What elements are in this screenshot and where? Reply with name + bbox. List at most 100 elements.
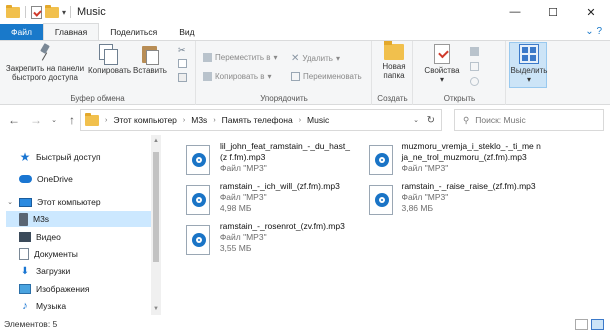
tiles-view-icon[interactable] (591, 318, 604, 330)
scroll-down-icon[interactable]: ▼ (151, 306, 161, 312)
select-group: Выделить ▾ (507, 41, 551, 105)
copy-button[interactable]: Копировать (88, 44, 131, 75)
nav-item-m3s[interactable]: M3s (6, 211, 151, 227)
customize-toolbar-arrow-icon[interactable]: ▾ (62, 8, 66, 17)
paste-shortcut-icon (178, 73, 187, 82)
tab-home[interactable]: Главная (42, 23, 100, 40)
file-item[interactable]: ramstain_-_rosenrot_(zv.fm).mp3 Файл "MP… (184, 221, 359, 261)
file-size: 4,98 МБ (219, 203, 252, 213)
file-list: lil_john_feat_ramstain_-_du_hast_(z f.fm… (162, 135, 610, 315)
cut-button[interactable]: ✂ (178, 45, 186, 56)
minimize-button[interactable]: — (496, 0, 534, 24)
tab-share[interactable]: Поделиться (99, 24, 168, 40)
move-to-button[interactable]: Переместить в ▾ (203, 53, 278, 62)
copy-icon (99, 44, 118, 65)
file-item[interactable]: ramstain_-_ich_will_(zf.fm).mp3 Файл "MP… (184, 181, 359, 221)
help-icon[interactable]: ⌄ ? (585, 24, 602, 40)
file-name: muzmoru_vremja_i_steklo_-_ti_me nja_ne_t… (401, 141, 541, 162)
history-button[interactable] (470, 77, 479, 86)
file-item[interactable]: ramstain_-_raise_raise_(zf.fm).mp3 Файл … (367, 181, 542, 221)
mp3-file-icon (184, 225, 214, 259)
nav-item-videos[interactable]: Видео (6, 229, 151, 245)
computer-icon (19, 197, 32, 207)
scroll-up-icon[interactable]: ▲ (151, 138, 161, 144)
pin-quick-access-button[interactable]: Закрепить на панели быстрого доступа (4, 44, 86, 82)
history-icon (470, 77, 479, 86)
nav-item-documents[interactable]: Документы (6, 246, 151, 262)
properties-label: Свойства (424, 66, 460, 75)
folder-icon (6, 4, 20, 18)
new-folder-icon[interactable] (45, 4, 59, 18)
search-box[interactable]: ⚲ (454, 109, 604, 131)
rename-button[interactable]: Переименовать (291, 72, 362, 81)
document-icon (19, 248, 29, 260)
items-count: Элементов: 5 (4, 319, 58, 329)
nav-item-this-pc[interactable]: ⌄ Этот компьютер (6, 194, 151, 210)
breadcrumb-music[interactable]: Music (307, 115, 329, 125)
address-dropdown-icon[interactable]: ⌄ (413, 116, 419, 124)
maximize-button[interactable]: ☐ (534, 0, 572, 24)
forward-button[interactable]: → (28, 113, 44, 127)
properties-button[interactable]: Свойства ▾ (420, 44, 464, 84)
nav-item-quick-access[interactable]: ★ Быстрый доступ (6, 149, 151, 165)
file-size: 3,55 МБ (219, 243, 252, 253)
nav-item-onedrive[interactable]: OneDrive (6, 171, 151, 187)
paste-label: Вставить (133, 66, 167, 75)
folder-icon (85, 112, 99, 126)
close-button[interactable]: ✕ (572, 0, 610, 24)
breadcrumb-phone-storage[interactable]: Память телефона (222, 115, 293, 125)
scrollbar-thumb[interactable] (153, 152, 159, 262)
file-item[interactable]: muzmoru_vremja_i_steklo_-_ti_me nja_ne_t… (367, 141, 542, 181)
file-item[interactable]: lil_john_feat_ramstain_-_du_hast_(z f.fm… (184, 141, 359, 181)
dropdown-arrow-icon: ▾ (267, 72, 272, 81)
image-icon (19, 284, 31, 294)
copy-path-button[interactable] (178, 59, 187, 68)
up-button[interactable]: ↑ (64, 113, 80, 127)
details-view-icon[interactable] (575, 318, 588, 330)
cloud-icon (19, 175, 32, 183)
file-type: Файл "MP3" (401, 163, 449, 173)
breadcrumb-this-pc[interactable]: Этот компьютер (113, 115, 177, 125)
delete-button[interactable]: ✕ Удалить ▾ (291, 53, 340, 64)
open-button[interactable] (470, 47, 479, 56)
paste-shortcut-button[interactable] (178, 73, 187, 82)
download-icon: ⬇ (20, 265, 30, 277)
tab-view[interactable]: Вид (168, 24, 205, 40)
video-icon (19, 232, 31, 242)
pin-label: Закрепить на панели быстрого доступа (5, 64, 85, 82)
chevron-down-icon[interactable]: ⌄ (6, 198, 14, 206)
organize-group-label: Упорядочить (260, 94, 308, 103)
delete-icon: ✕ (291, 53, 300, 64)
address-bar[interactable]: › Этот компьютер › M3s › Память телефона… (80, 109, 442, 131)
nav-item-downloads[interactable]: ⬇ Загрузки (6, 263, 151, 279)
file-type: Файл "MP3" (401, 192, 449, 202)
tab-file[interactable]: Файл (0, 24, 43, 40)
paste-button[interactable]: Вставить (130, 44, 170, 75)
copy-to-button[interactable]: Копировать в ▾ (203, 72, 272, 81)
file-name: ramstain_-_rosenrot_(zv.fm).mp3 (219, 221, 345, 231)
window-title: Music (77, 6, 106, 18)
edit-button[interactable] (470, 62, 479, 71)
new-folder-icon (384, 41, 404, 60)
chevron-right-icon: › (105, 116, 108, 124)
back-button[interactable]: ← (6, 113, 22, 127)
breadcrumb-m3s[interactable]: M3s (191, 115, 207, 125)
view-switcher (575, 318, 604, 330)
refresh-icon[interactable]: ↻ (427, 115, 435, 126)
select-button[interactable]: Выделить ▾ (509, 44, 549, 84)
search-input[interactable] (475, 115, 596, 125)
nav-scrollbar[interactable]: ▲ ▼ (151, 135, 161, 315)
nav-item-music[interactable]: ♪ Музыка (6, 298, 151, 314)
properties-icon[interactable] (31, 5, 42, 19)
title-bar: ▾ Music — ☐ ✕ (0, 0, 610, 24)
dropdown-arrow-icon: ▾ (526, 75, 531, 84)
move-to-label: Переместить в (215, 53, 271, 62)
mp3-file-icon (184, 145, 214, 179)
create-group: Новая папка Создать (373, 41, 413, 105)
nav-item-images[interactable]: Изображения (6, 281, 151, 297)
new-folder-button[interactable]: Новая папка (377, 41, 411, 80)
paste-icon (141, 44, 159, 65)
window-controls: — ☐ ✕ (496, 0, 610, 24)
recent-locations-arrow-icon[interactable]: ⌄ (46, 116, 62, 124)
file-name: ramstain_-_raise_raise_(zf.fm).mp3 (401, 181, 536, 191)
